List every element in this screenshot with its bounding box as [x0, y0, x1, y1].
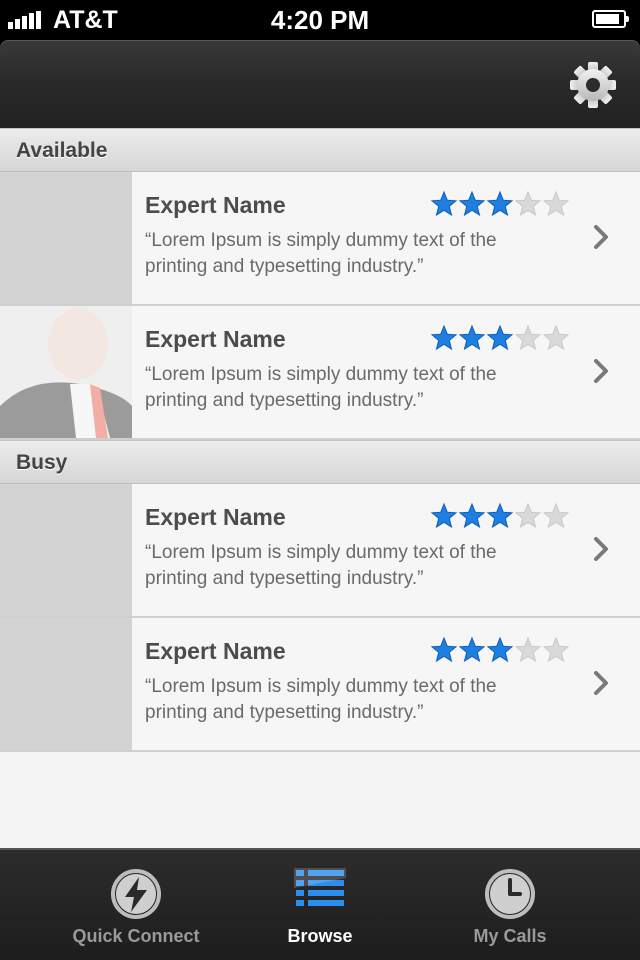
star-empty-icon	[514, 324, 542, 351]
star-filled-icon	[430, 324, 458, 351]
rating-stars	[430, 502, 570, 530]
star-filled-icon	[430, 502, 458, 529]
star-filled-icon	[486, 324, 514, 351]
expert-photo	[0, 484, 132, 616]
status-time: 4:20 PM	[270, 5, 370, 35]
expert-quote: “Lorem Ipsum is simply dummy text of the…	[145, 676, 497, 723]
expert-name: Expert Name	[145, 504, 286, 530]
tab-label: Quick Connect	[72, 926, 200, 946]
settings-button[interactable]	[566, 58, 620, 112]
expert-row[interactable]: Expert Name “Lorem Ipsum is simply dummy …	[0, 306, 640, 440]
expert-row[interactable]: Expert Name “Lorem Ipsum is simply dummy …	[0, 618, 640, 752]
star-filled-icon	[458, 324, 486, 351]
expert-row[interactable]: Expert Name “Lorem Ipsum is simply dummy …	[0, 172, 640, 306]
star-empty-icon	[514, 190, 542, 217]
star-empty-icon	[514, 636, 542, 663]
expert-quote: “Lorem Ipsum is simply dummy text of the…	[145, 230, 497, 277]
section-header: Available	[0, 128, 640, 172]
star-filled-icon	[486, 502, 514, 529]
expert-photo	[0, 306, 132, 438]
star-filled-icon	[458, 502, 486, 529]
list-icon	[294, 868, 346, 906]
star-filled-icon	[486, 636, 514, 663]
navigation-bar	[0, 40, 640, 128]
rating-stars	[430, 324, 570, 352]
gear-icon	[570, 62, 616, 108]
clock-icon	[485, 869, 535, 919]
expert-quote: “Lorem Ipsum is simply dummy text of the…	[145, 364, 497, 411]
star-empty-icon	[542, 502, 570, 529]
chevron-right-icon[interactable]	[590, 224, 612, 250]
chevron-right-icon[interactable]	[590, 358, 612, 384]
star-filled-icon	[430, 190, 458, 217]
lightning-icon	[111, 869, 161, 919]
expert-row[interactable]: Expert Name “Lorem Ipsum is simply dummy …	[0, 484, 640, 618]
tab-label: My Calls	[473, 926, 547, 946]
tab-my-calls[interactable]: My Calls	[430, 850, 590, 960]
expert-photo	[0, 618, 132, 750]
expert-name: Expert Name	[145, 326, 286, 352]
star-filled-icon	[486, 190, 514, 217]
expert-list[interactable]: Available Expert Name “Lorem Ipsum is simp…	[0, 128, 640, 848]
tab-browse[interactable]: Browse	[240, 850, 400, 960]
star-empty-icon	[542, 636, 570, 663]
star-filled-icon	[458, 190, 486, 217]
chevron-right-icon[interactable]	[590, 670, 612, 696]
star-empty-icon	[542, 190, 570, 217]
star-empty-icon	[514, 502, 542, 529]
expert-photo	[0, 172, 132, 304]
tab-quick-connect[interactable]: Quick Connect	[40, 850, 232, 960]
expert-quote: “Lorem Ipsum is simply dummy text of the…	[145, 542, 497, 589]
star-filled-icon	[458, 636, 486, 663]
star-empty-icon	[542, 324, 570, 351]
star-filled-icon	[430, 636, 458, 663]
expert-name: Expert Name	[145, 192, 286, 218]
tab-bar: Quick Connect Browse My Calls	[0, 848, 640, 960]
expert-name: Expert Name	[145, 638, 286, 664]
rating-stars	[430, 190, 570, 218]
status-bar: AT&T 4:20 PM	[0, 0, 640, 40]
section-header: Busy	[0, 440, 640, 484]
battery-icon	[592, 10, 629, 28]
chevron-right-icon[interactable]	[590, 536, 612, 562]
rating-stars	[430, 636, 570, 664]
tab-label: Browse	[287, 926, 353, 946]
